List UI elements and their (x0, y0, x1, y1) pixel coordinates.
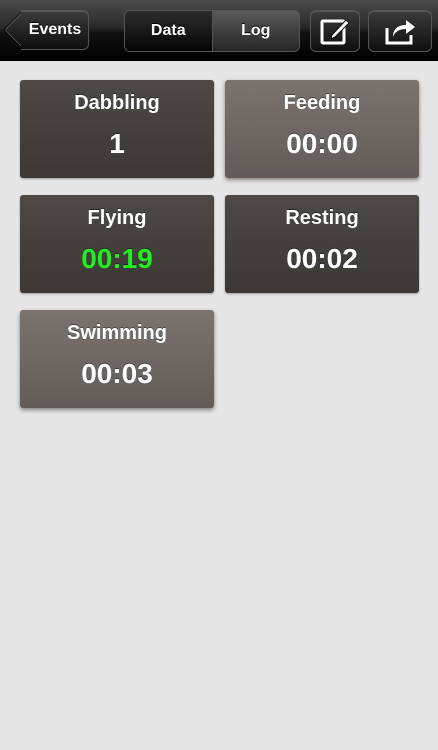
navigation-bar: Events Data Log (0, 0, 438, 61)
tile-name: Feeding (283, 92, 361, 114)
segment-log[interactable]: Log (212, 11, 299, 51)
tile-feeding[interactable]: Feeding 00:00 (225, 80, 419, 178)
tile-value: 1 (109, 128, 125, 159)
share-icon (385, 20, 415, 45)
tile-value-running: 00:19 (81, 243, 153, 274)
share-button[interactable] (368, 10, 432, 52)
edit-button[interactable] (310, 10, 360, 52)
tile-value: 00:02 (286, 243, 358, 274)
tile-value: 00:00 (286, 128, 358, 159)
data-log-segmented-control: Data Log (124, 10, 300, 52)
events-back-button[interactable]: Events (4, 10, 89, 50)
tile-dabbling[interactable]: Dabbling 1 (20, 80, 214, 178)
tile-swimming[interactable]: Swimming 00:03 (20, 310, 214, 408)
tile-flying[interactable]: Flying 00:19 (20, 195, 214, 293)
tile-name: Dabbling (74, 92, 160, 114)
tile-resting[interactable]: Resting 00:02 (225, 195, 419, 293)
back-button-label: Events (28, 21, 82, 38)
tile-name: Resting (285, 207, 359, 229)
tile-value: 00:03 (81, 358, 153, 389)
tile-name: Flying (87, 207, 147, 229)
edit-icon (320, 19, 350, 45)
tile-name: Swimming (66, 322, 167, 344)
segment-data[interactable]: Data (125, 11, 213, 51)
